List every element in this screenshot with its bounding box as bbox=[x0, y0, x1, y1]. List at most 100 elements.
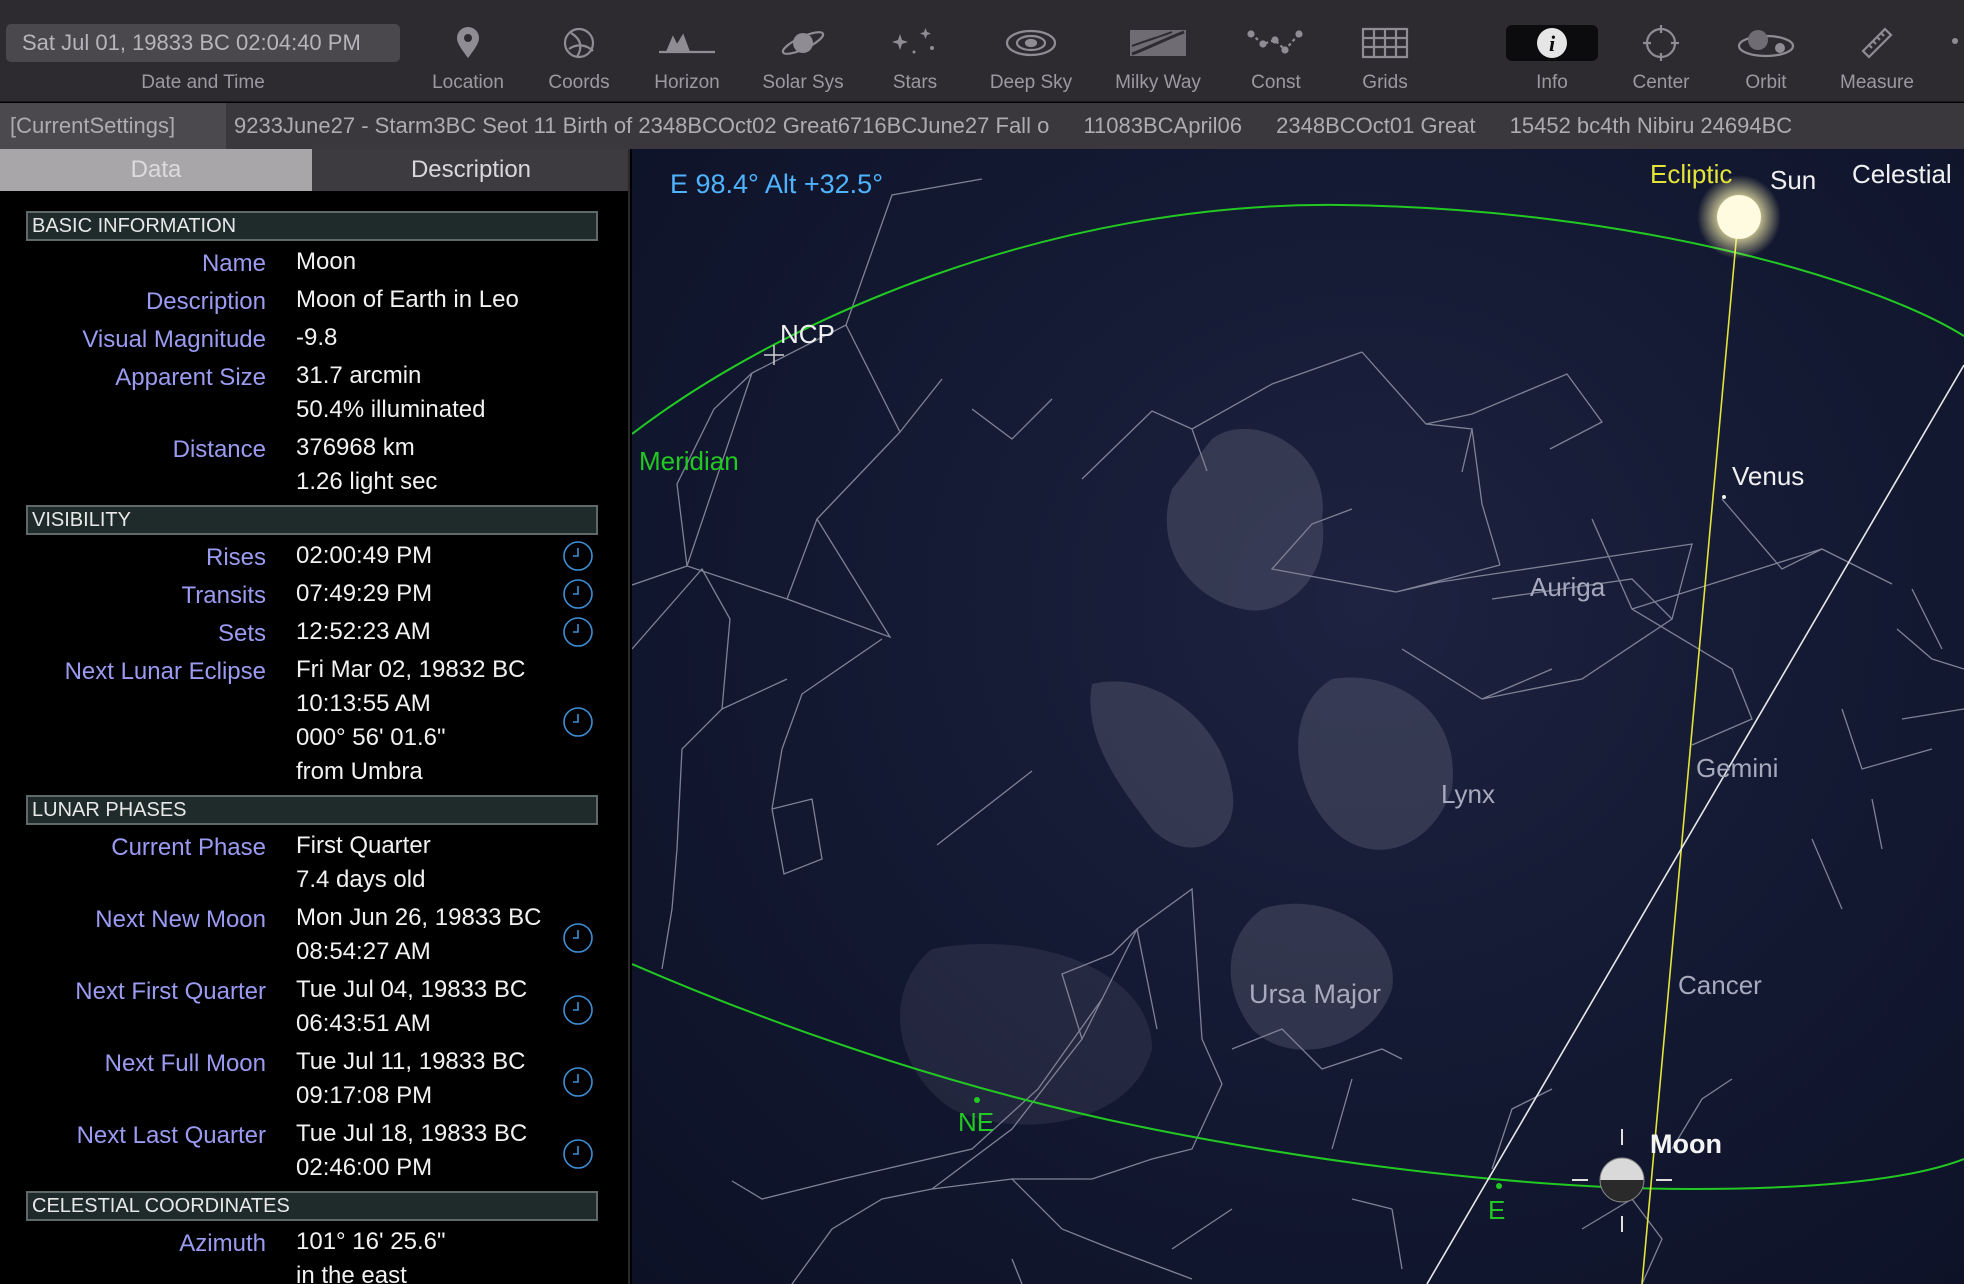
next-new-moon-date: Mon Jun 26, 19833 BC bbox=[296, 904, 542, 931]
ursa-major-label: Ursa Major bbox=[1249, 979, 1382, 1009]
sets-value: 12:52:23 AM bbox=[296, 618, 431, 645]
current-settings-item[interactable]: [CurrentSettings] bbox=[0, 103, 226, 149]
lynx-label: Lynx bbox=[1441, 779, 1495, 809]
clock-icon[interactable] bbox=[562, 1066, 594, 1098]
info-button[interactable]: i Info bbox=[1506, 0, 1598, 102]
distance-ls-value: 1.26 light sec bbox=[296, 468, 438, 495]
horizon-button[interactable]: Horizon bbox=[640, 0, 734, 102]
settings-item[interactable]: 11083BCApril06 bbox=[1083, 113, 1242, 138]
moon-age-value: 7.4 days old bbox=[296, 866, 426, 893]
orbit-icon bbox=[1737, 30, 1795, 58]
stars-button[interactable]: Stars bbox=[870, 0, 960, 102]
current-phase-value: First Quarter bbox=[296, 832, 431, 859]
auriga-label: Auriga bbox=[1530, 572, 1606, 602]
eclipse-time: 10:13:55 AM bbox=[296, 690, 431, 717]
transits-label: Transits bbox=[181, 582, 266, 609]
clock-icon[interactable] bbox=[562, 616, 594, 648]
center-icon bbox=[1643, 25, 1679, 61]
const-label: Const bbox=[1251, 72, 1301, 93]
coords-icon bbox=[563, 27, 595, 59]
clock-icon[interactable] bbox=[562, 706, 594, 738]
center-button[interactable]: Center bbox=[1614, 0, 1708, 102]
clock-icon[interactable] bbox=[562, 922, 594, 954]
next-first-quarter-date: Tue Jul 04, 19833 BC bbox=[296, 976, 528, 1003]
rises-value: 02:00:49 PM bbox=[296, 542, 433, 569]
planet-icon bbox=[781, 31, 825, 55]
coords-button[interactable]: Coords bbox=[532, 0, 626, 102]
solar-sys-label: Solar Sys bbox=[762, 72, 844, 93]
sets-label: Sets bbox=[217, 620, 266, 647]
distance-km-value: 376968 km bbox=[296, 434, 415, 461]
constellation-art bbox=[899, 428, 1453, 1125]
current-phase-label: Current Phase bbox=[111, 834, 266, 861]
transits-value: 07:49:29 PM bbox=[296, 580, 433, 607]
grids-button[interactable]: Grids bbox=[1338, 0, 1432, 102]
name-label: Name bbox=[201, 250, 266, 277]
description-value: Moon of Earth in Leo bbox=[296, 286, 519, 313]
e-label: E bbox=[1488, 1195, 1506, 1225]
measure-button[interactable]: Measure bbox=[1826, 0, 1928, 102]
settings-item[interactable]: 15452 bc4th Nibiru 24694BC bbox=[1510, 113, 1793, 138]
datetime-field[interactable]: Sat Jul 01, 19833 BC 02:04:40 PM bbox=[6, 24, 400, 62]
info-label: Info bbox=[1536, 72, 1568, 93]
settings-item[interactable]: 9233June27 - Starm3BC Seot 11 Birth of 2… bbox=[234, 113, 1049, 138]
next-lunar-eclipse-label: Next Lunar Eclipse bbox=[64, 658, 266, 685]
more-dots-icon[interactable] bbox=[1952, 38, 1958, 44]
ne-marker bbox=[974, 1097, 980, 1103]
grids-label: Grids bbox=[1362, 72, 1408, 93]
eclipse-date: Fri Mar 02, 19832 BC bbox=[296, 656, 526, 683]
clock-icon[interactable] bbox=[562, 994, 594, 1026]
next-last-quarter-label: Next Last Quarter bbox=[76, 1122, 266, 1149]
tab-data[interactable]: Data bbox=[0, 149, 312, 191]
location-button[interactable]: Location bbox=[420, 0, 516, 102]
next-full-moon-time: 09:17:08 PM bbox=[296, 1082, 433, 1109]
azimuth-label: Azimuth bbox=[179, 1230, 266, 1257]
settings-item[interactable]: 2348BCOct01 Great bbox=[1276, 113, 1475, 138]
cancer-label: Cancer bbox=[1678, 970, 1762, 1000]
horizon-label: Horizon bbox=[654, 72, 720, 93]
milky-way-button[interactable]: Milky Way bbox=[1100, 0, 1216, 102]
clock-icon[interactable] bbox=[562, 540, 594, 572]
next-first-quarter-label: Next First Quarter bbox=[75, 978, 266, 1005]
clock-icon[interactable] bbox=[562, 578, 594, 610]
next-full-moon-label: Next Full Moon bbox=[104, 1050, 266, 1077]
settings-strip: [CurrentSettings] 9233June27 - Starm3BC … bbox=[0, 103, 1964, 149]
orbit-button[interactable]: Orbit bbox=[1718, 0, 1814, 102]
deep-sky-button[interactable]: Deep Sky bbox=[978, 0, 1084, 102]
section-visibility[interactable]: VISIBILITY bbox=[26, 505, 598, 535]
svg-text:i: i bbox=[1549, 31, 1556, 56]
view-direction-readout: E 98.4° Alt +32.5° bbox=[670, 169, 883, 199]
ne-label: NE bbox=[958, 1107, 995, 1137]
const-button[interactable]: Const bbox=[1228, 0, 1324, 102]
ruler-icon bbox=[1861, 27, 1893, 59]
settings-items: 9233June27 - Starm3BC Seot 11 Birth of 2… bbox=[226, 103, 1820, 149]
clock-icon[interactable] bbox=[562, 1138, 594, 1170]
milky-way-label: Milky Way bbox=[1115, 72, 1201, 93]
sun[interactable] bbox=[1717, 195, 1761, 239]
next-new-moon-time: 08:54:27 AM bbox=[296, 938, 431, 965]
constellation-icon bbox=[1247, 30, 1303, 54]
illumination-value: 50.4% illuminated bbox=[296, 396, 486, 423]
panel-tabs: Data Description bbox=[0, 149, 628, 191]
stars-label: Stars bbox=[892, 72, 938, 93]
galaxy-icon bbox=[1005, 29, 1057, 57]
eclipse-magnitude: 000° 56' 01.6" bbox=[296, 724, 446, 751]
next-first-quarter-time: 06:43:51 AM bbox=[296, 1010, 431, 1037]
stars-icon bbox=[892, 28, 934, 54]
horizon-icon bbox=[659, 33, 715, 54]
venus-label: Venus bbox=[1732, 461, 1805, 491]
meridian-label: Meridian bbox=[639, 446, 739, 476]
section-basic-information[interactable]: BASIC INFORMATION bbox=[26, 211, 598, 241]
name-value: Moon bbox=[296, 248, 357, 275]
next-new-moon-label: Next New Moon bbox=[95, 906, 266, 933]
next-full-moon-date: Tue Jul 11, 19833 BC bbox=[296, 1048, 526, 1075]
sky-view[interactable]: E 98.4° Alt +32.5° Ecliptic Sun Celestia… bbox=[632, 149, 1964, 1284]
next-last-quarter-date: Tue Jul 18, 19833 BC bbox=[296, 1120, 528, 1147]
venus[interactable] bbox=[1722, 495, 1726, 499]
datetime-label: Date and Time bbox=[141, 72, 265, 93]
measure-label: Measure bbox=[1840, 72, 1914, 93]
tab-description[interactable]: Description bbox=[312, 149, 628, 191]
section-lunar-phases[interactable]: LUNAR PHASES bbox=[26, 795, 598, 825]
section-celestial-coordinates[interactable]: CELESTIAL COORDINATES bbox=[26, 1191, 598, 1221]
solar-sys-button[interactable]: Solar Sys bbox=[750, 0, 856, 102]
